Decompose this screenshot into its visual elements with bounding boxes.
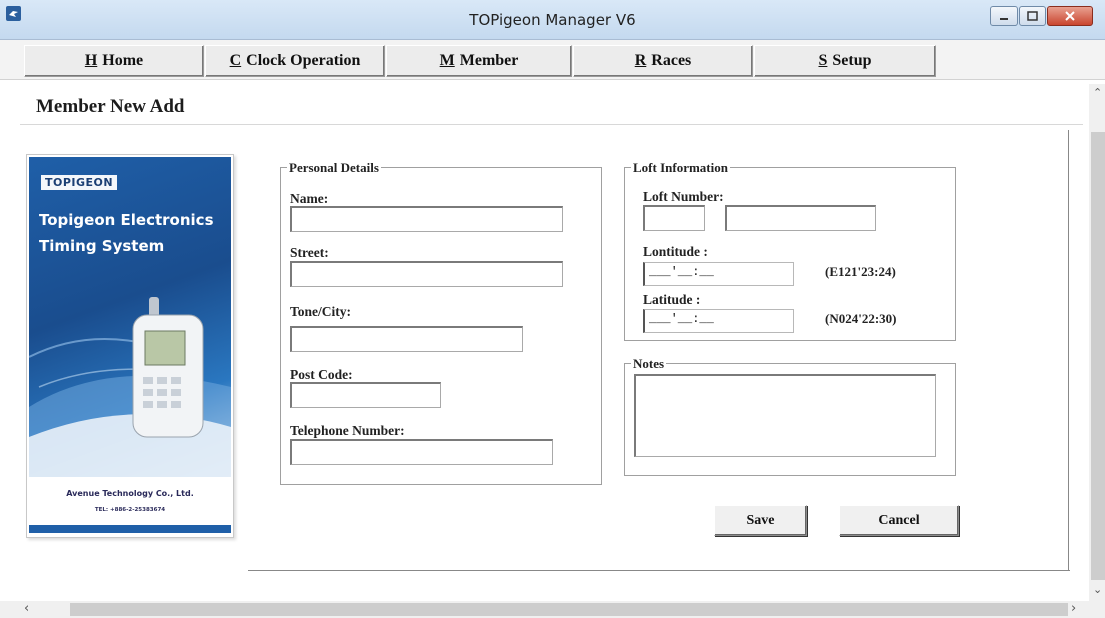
loft-number-field[interactable]	[725, 205, 876, 231]
telephone-field[interactable]	[290, 439, 553, 465]
city-field[interactable]	[290, 326, 523, 352]
scroll-up-arrow-icon[interactable]: ⌃	[1093, 86, 1102, 99]
header-divider	[20, 124, 1083, 125]
postcode-field[interactable]	[290, 382, 441, 408]
city-label: Tone/City:	[290, 304, 352, 319]
street-field[interactable]	[290, 261, 563, 287]
tab-clock-operation[interactable]: C Clock Operation	[205, 45, 385, 77]
horizontal-scroll-thumb[interactable]	[70, 603, 1068, 616]
telephone-label: Telephone Number:	[290, 423, 405, 438]
save-button[interactable]: Save	[714, 505, 807, 536]
close-icon	[1065, 11, 1075, 21]
close-button[interactable]	[1047, 6, 1093, 26]
longitude-label: Lontitude :	[643, 244, 708, 259]
longitude-hint: (E121'23:24)	[825, 264, 896, 279]
notes-field[interactable]	[634, 374, 936, 457]
scroll-right-arrow-icon[interactable]: ›	[1071, 601, 1076, 616]
loft-number-prefix-field[interactable]	[643, 205, 705, 231]
timing-clock-device-image	[132, 297, 204, 438]
latitude-mask: ___'__:__	[649, 312, 714, 326]
minimize-icon	[1000, 18, 1008, 20]
brochure-title-line1: Topigeon Electronics	[39, 211, 214, 229]
tab-setup[interactable]: S Setup	[754, 45, 936, 77]
tab-member[interactable]: M Member	[386, 45, 572, 77]
vertical-scroll-thumb[interactable]	[1091, 132, 1105, 580]
brochure-logo: TOPIGEON	[41, 175, 118, 190]
scroll-left-arrow-icon[interactable]: ‹	[24, 601, 29, 616]
cancel-button[interactable]: Cancel	[839, 505, 959, 536]
tab-races[interactable]: R Races	[573, 45, 753, 77]
tab-home-label: Home	[102, 52, 144, 69]
name-field[interactable]	[290, 206, 563, 232]
street-label: Street:	[290, 245, 329, 260]
brochure-footer-bar	[29, 525, 231, 533]
brochure-title: Topigeon Electronics Timing System	[39, 207, 229, 259]
content-frame-right-border	[1068, 130, 1069, 570]
latitude-field[interactable]: ___'__:__	[643, 309, 794, 333]
brochure-company: Avenue Technology Co., Ltd.	[66, 489, 194, 498]
title-bar: TOPigeon Manager V6	[0, 0, 1105, 40]
menu-bar: H Home C Clock Operation M Member R Race…	[0, 40, 1105, 80]
brochure-title-line2: Timing System	[39, 237, 165, 255]
notes-legend: Notes	[631, 356, 667, 372]
tab-setup-label: Setup	[832, 52, 872, 69]
window-title: TOPigeon Manager V6	[469, 11, 636, 29]
content-frame-bottom-border	[248, 570, 1070, 571]
tab-home-key: H	[84, 52, 98, 69]
loft-number-label: Loft Number:	[643, 189, 724, 204]
tab-member-label: Member	[459, 52, 519, 69]
postcode-label: Post Code:	[290, 367, 353, 382]
latitude-hint: (N024'22:30)	[825, 311, 897, 326]
tab-setup-key: S	[818, 52, 828, 69]
tab-clock-operation-label: Clock Operation	[246, 52, 361, 69]
scroll-down-arrow-icon[interactable]: ⌄	[1093, 583, 1102, 596]
longitude-field[interactable]: ___'__:__	[643, 262, 794, 286]
loft-information-legend: Loft Information	[631, 160, 730, 176]
minimize-button[interactable]	[990, 6, 1018, 26]
tab-races-label: Races	[651, 52, 692, 69]
latitude-label: Latitude :	[643, 292, 701, 307]
name-label: Name:	[290, 191, 329, 206]
tab-races-key: R	[634, 52, 647, 69]
product-brochure-image: TOPIGEON Topigeon Electronics Timing Sys…	[26, 154, 234, 538]
maximize-button[interactable]	[1019, 6, 1046, 26]
brochure-background: TOPIGEON Topigeon Electronics Timing Sys…	[29, 157, 231, 477]
tab-clock-operation-key: C	[229, 52, 242, 69]
longitude-mask: ___'__:__	[649, 265, 714, 279]
personal-details-legend: Personal Details	[287, 160, 381, 176]
maximize-icon	[1027, 11, 1038, 21]
brochure-telephone: TEL: +886-2-25383674	[94, 507, 166, 513]
page-title: Member New Add	[36, 96, 185, 117]
tab-member-key: M	[439, 52, 455, 69]
tab-home[interactable]: H Home	[24, 45, 204, 77]
